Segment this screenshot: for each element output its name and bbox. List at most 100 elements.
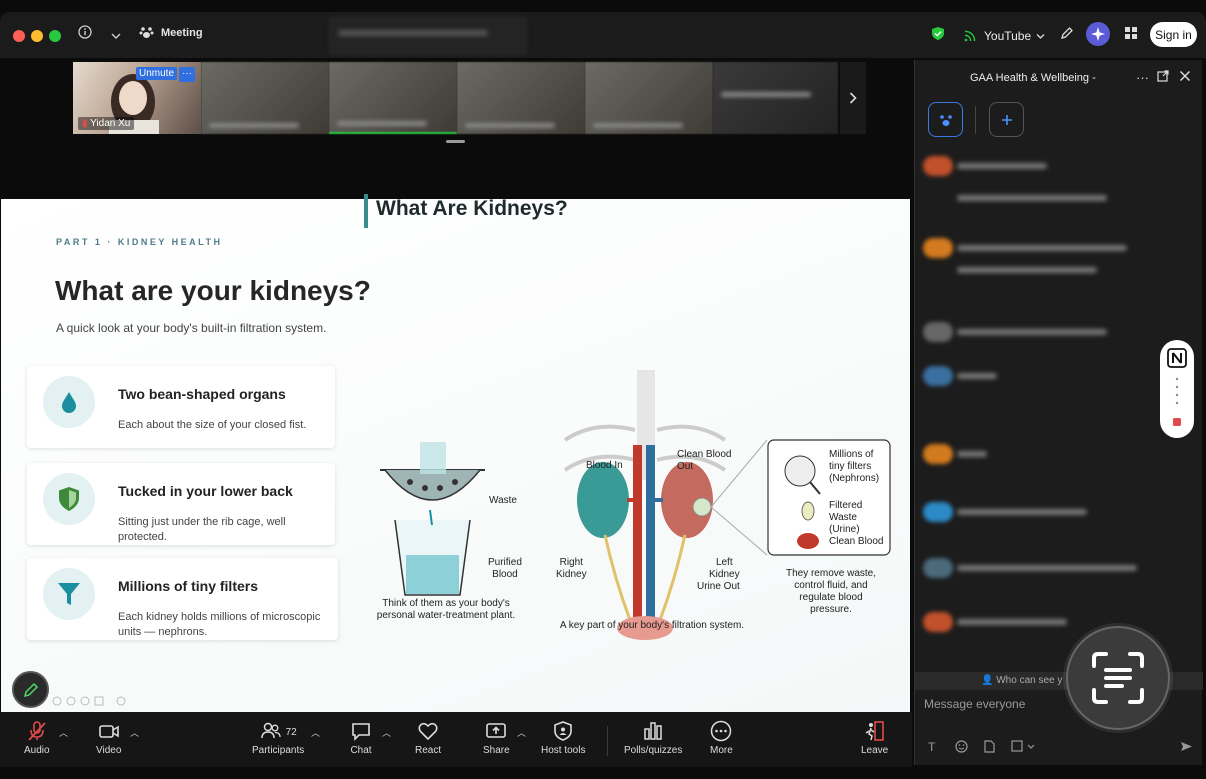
more-options-icon[interactable]: ··· xyxy=(1136,70,1149,85)
heart-icon xyxy=(418,722,438,741)
participant-tile[interactable] xyxy=(585,62,713,134)
fullscreen-window-button[interactable] xyxy=(49,30,61,42)
chat-bubble-icon xyxy=(352,723,370,741)
audio-options-chevron-icon[interactable]: ︿ xyxy=(59,726,68,739)
chat-button[interactable]: Chat xyxy=(350,720,372,756)
who-can-see-text: Who can see y xyxy=(996,675,1063,686)
participant-name-chip: ▮ Yidan Xu xyxy=(78,117,135,130)
minimize-window-button[interactable] xyxy=(31,30,43,42)
add-channel-button[interactable] xyxy=(989,102,1024,137)
info-icon[interactable] xyxy=(78,25,92,42)
audio-label: Audio xyxy=(24,745,50,756)
chat-panel-title: GAA Health & Wellbeing - xyxy=(970,72,1096,84)
react-button[interactable]: React xyxy=(415,720,441,756)
slide-eyebrow: PART 1 · KIDNEY HEALTH xyxy=(56,237,223,247)
unmute-badge[interactable]: Unmute xyxy=(136,67,178,80)
annotate-pen-button[interactable] xyxy=(12,671,49,708)
chevron-down-icon xyxy=(1036,33,1045,39)
notion-icon xyxy=(1167,348,1187,368)
share-screen-icon xyxy=(486,723,507,738)
participant-tile-speaking[interactable] xyxy=(329,62,457,134)
chat-options-chevron-icon[interactable]: ︿ xyxy=(382,726,391,739)
participants-options-chevron-icon[interactable]: ︿ xyxy=(311,726,320,739)
close-window-button[interactable] xyxy=(13,30,25,42)
floating-app-dock[interactable] xyxy=(1160,340,1194,438)
record-icon xyxy=(1173,418,1181,426)
text-format-icon[interactable]: T xyxy=(928,740,935,754)
meeting-label: Meeting xyxy=(161,27,203,39)
file-icon[interactable] xyxy=(984,740,995,756)
sign-in-button[interactable]: Sign in xyxy=(1150,22,1197,47)
apps-grid-icon[interactable] xyxy=(1124,26,1138,43)
info-card: Millions of tiny filters Each kidney hol… xyxy=(27,558,338,640)
blurred-banner xyxy=(328,16,528,56)
polls-button[interactable]: Polls/quizzes xyxy=(624,720,682,756)
more-dots-icon xyxy=(711,720,732,742)
label-urine-out: Urine Out xyxy=(697,581,740,592)
host-tools-label: Host tools xyxy=(541,745,586,756)
channel-everyone-button[interactable] xyxy=(928,102,963,137)
gallery-resize-handle[interactable] xyxy=(446,140,465,143)
pencil-icon[interactable] xyxy=(1060,26,1074,43)
send-icon[interactable] xyxy=(1180,740,1193,756)
people-icon: 👤 xyxy=(981,675,994,686)
meeting-toolbar: Audio ︿ Video ︿ 72 Participants ︿ Chat ︿… xyxy=(0,712,912,767)
ai-companion-icon[interactable] xyxy=(1086,22,1110,49)
participant-tile[interactable] xyxy=(713,62,838,134)
slide-title: What are your kidneys? xyxy=(55,275,371,306)
livestream-youtube-button[interactable]: YouTube xyxy=(963,24,1045,48)
popout-icon[interactable] xyxy=(1157,70,1169,85)
participants-icon xyxy=(260,722,281,739)
plus-icon xyxy=(1001,114,1012,125)
gallery-next-button[interactable] xyxy=(840,62,866,134)
label-blood-in: Blood In xyxy=(586,460,623,471)
chevron-down-icon[interactable] xyxy=(111,27,121,43)
label-clean-blood: Clean Blood xyxy=(829,536,884,547)
participants-button[interactable]: 72 Participants xyxy=(252,720,304,756)
more-button[interactable]: More xyxy=(710,720,733,756)
info-card: Two bean-shaped organs Each about the si… xyxy=(27,366,335,448)
participant-tile[interactable] xyxy=(201,62,329,134)
chat-message-input[interactable]: Message everyone xyxy=(924,697,1025,711)
video-camera-icon xyxy=(98,725,119,738)
polls-label: Polls/quizzes xyxy=(624,745,683,756)
label-remove-waste: They remove waste, control fluid, and re… xyxy=(785,568,877,615)
audio-button[interactable]: Audio xyxy=(24,720,50,756)
participant-name: Yidan Xu xyxy=(90,118,131,129)
participant-tile[interactable] xyxy=(457,62,585,134)
participants-label: Participants xyxy=(252,745,305,756)
label-right-kidney: Right Kidney xyxy=(556,557,587,580)
text-scan-button[interactable] xyxy=(1066,626,1170,730)
host-tools-button[interactable]: Host tools xyxy=(541,720,585,756)
label-key-part: A key part of your body's filtration sys… xyxy=(559,620,745,631)
label-nephrons: Millions of tiny filters (Nephrons) xyxy=(829,449,880,484)
close-icon[interactable] xyxy=(1179,70,1191,85)
video-options-chevron-icon[interactable]: ︿ xyxy=(130,726,139,739)
tile-more-button[interactable]: ··· xyxy=(179,67,195,82)
pencil-icon xyxy=(23,682,38,697)
share-options-chevron-icon[interactable]: ︿ xyxy=(517,726,526,739)
bar-chart-icon xyxy=(644,722,662,740)
info-card: Tucked in your lower back Sitting just u… xyxy=(27,463,335,545)
toolbar-divider xyxy=(607,726,608,756)
label-purified-blood: Purified Blood xyxy=(488,557,522,580)
leave-door-icon xyxy=(865,721,884,741)
video-button[interactable]: Video xyxy=(96,720,121,756)
water-drop-icon xyxy=(43,376,95,428)
title-bar: Meeting YouTube xyxy=(0,12,1206,58)
shield-icon xyxy=(43,473,95,525)
shield-check-icon[interactable] xyxy=(931,26,945,44)
share-button[interactable]: Share xyxy=(483,720,510,756)
emoji-icon[interactable] xyxy=(955,740,968,756)
leave-button[interactable]: Leave xyxy=(861,720,888,756)
chat-label: Chat xyxy=(350,745,372,756)
leave-label: Leave xyxy=(861,745,889,756)
livestream-label: YouTube xyxy=(984,29,1032,43)
annotation-toolbar[interactable] xyxy=(51,695,131,707)
funnel-icon xyxy=(43,568,95,620)
infographic-title: What Are Kidneys? xyxy=(376,197,568,220)
react-label: React xyxy=(415,745,442,756)
host-shield-icon xyxy=(554,721,573,741)
mic-muted-icon: ▮ xyxy=(82,118,88,129)
screenshot-icon[interactable] xyxy=(1011,740,1035,756)
